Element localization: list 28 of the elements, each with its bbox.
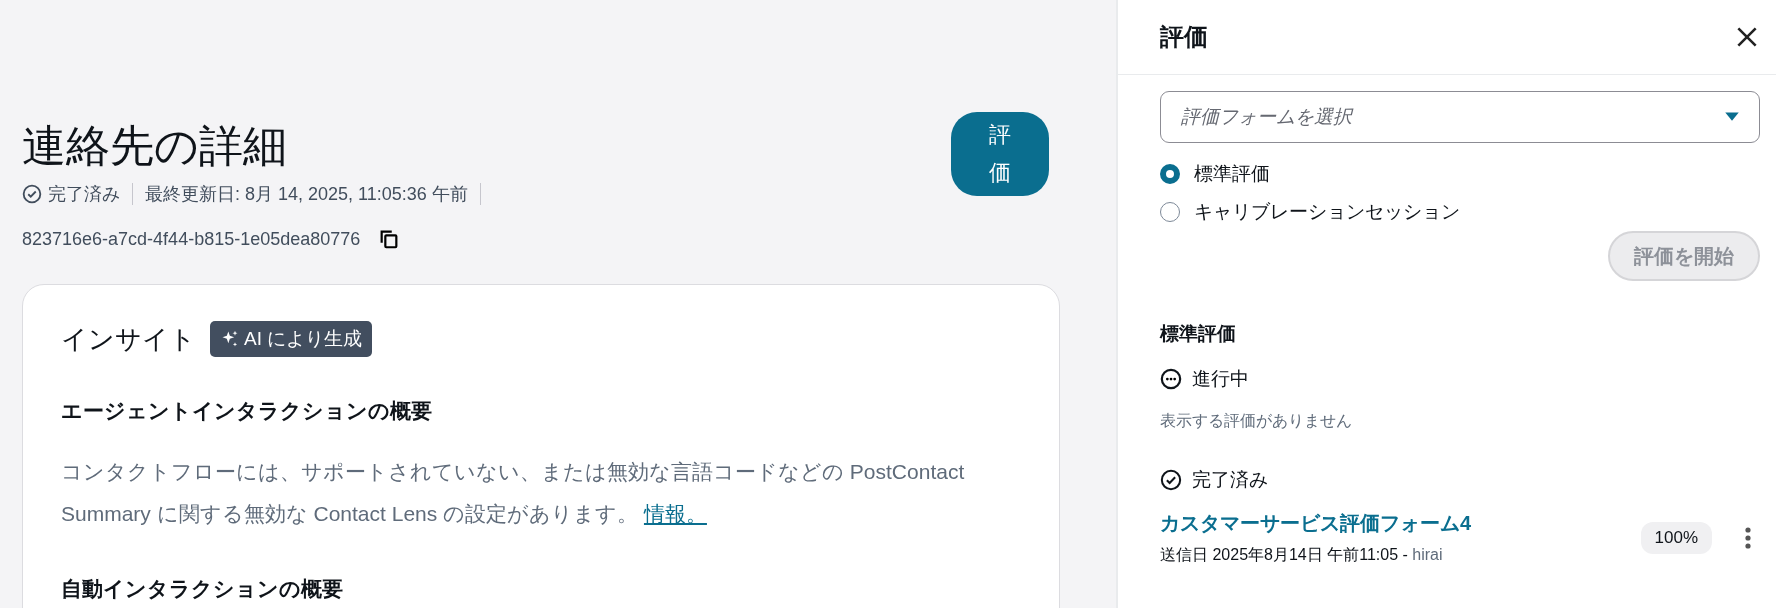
- more-vertical-icon: [1744, 526, 1752, 550]
- evaluation-link[interactable]: カスタマーサービス評価フォーム4: [1160, 510, 1641, 537]
- evaluate-button[interactable]: 評価: [951, 112, 1049, 196]
- radio-label: キャリブレーションセッション: [1194, 200, 1460, 224]
- summary-text: コンタクトフローには、サポートされていない、または無効な言語コードなどの PostContact Summary に関する無効な Contact Lens の設定があります。 情報。: [61, 459, 966, 527]
- panel-title: 評価: [1160, 22, 1208, 52]
- empty-message: 表示する評価がありません: [1160, 411, 1353, 431]
- section-heading: エージェントインタラクションの概要: [61, 398, 433, 424]
- group-status: 進行中: [1192, 367, 1249, 391]
- radio-label: 標準評価: [1194, 162, 1270, 186]
- section-heading: 自動インタラクションの概要: [61, 576, 344, 602]
- status-text: 完了済み: [48, 183, 120, 206]
- form-select[interactable]: 評価フォームを選択: [1160, 91, 1760, 143]
- select-placeholder: 評価フォームを選択: [1181, 105, 1352, 129]
- last-updated-text: 最終更新日: 8月 14, 2025, 11:05:36 午前: [145, 183, 468, 206]
- info-link[interactable]: 情報。: [643, 502, 707, 525]
- ellipsis-circle-icon: [1160, 368, 1182, 390]
- section-title: 標準評価: [1160, 322, 1237, 346]
- score-badge: 100%: [1640, 522, 1712, 554]
- badge-text: AI により生成: [244, 327, 363, 351]
- radio-button[interactable]: [1160, 164, 1180, 184]
- card-title: インサイト: [61, 322, 196, 356]
- check-circle-icon: [22, 184, 42, 204]
- page-title: 連絡先の詳細: [22, 120, 288, 172]
- check-circle-icon: [1160, 469, 1182, 491]
- contact-id: 823716e6-a7cd-4f44-b815-1e05dea80776: [22, 228, 361, 250]
- group-status: 完了済み: [1192, 468, 1268, 492]
- evaluation-meta: 送信日 2025年8月14日 午前11:05 - hirai: [1160, 545, 1444, 565]
